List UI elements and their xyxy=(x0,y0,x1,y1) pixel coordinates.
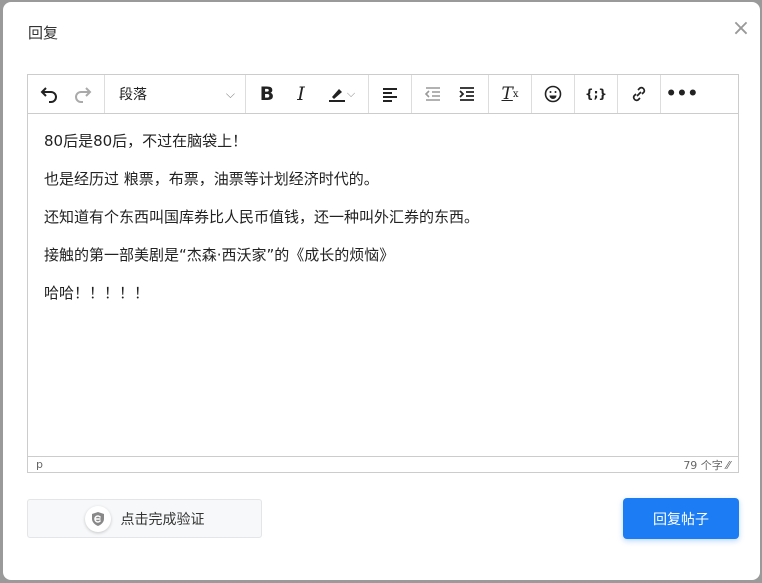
word-count: 79 个字 xyxy=(683,458,723,472)
indent-icon[interactable] xyxy=(450,77,484,111)
code-sample-icon[interactable]: {;} xyxy=(579,77,613,111)
resize-handle-icon[interactable]: ⁄⁄ xyxy=(726,459,730,472)
paragraph: 80后是80后，不过在脑袋上！ xyxy=(44,132,248,150)
paragraph: 也是经历过 粮票，布票，油票等计划经济时代的。 xyxy=(44,170,379,188)
redo-icon[interactable] xyxy=(66,77,100,111)
paragraph: 还知道有个东西叫国库券比人民币值钱，还一种叫外汇券的东西。 xyxy=(44,208,480,226)
shield-icon xyxy=(84,505,111,532)
reply-dialog: 回复 × 段落 ⌵ B I ⌵ Tx {;} ••• 80后是80后，不过在脑袋… xyxy=(3,2,760,580)
paragraph: 接触的第一部美剧是“杰森·西沃家”的《成长的烦恼》 xyxy=(44,246,395,264)
verify-label: 点击完成验证 xyxy=(120,511,205,528)
link-icon[interactable] xyxy=(622,77,656,111)
close-icon[interactable]: × xyxy=(731,18,751,40)
dialog-title: 回复 xyxy=(28,24,59,42)
undo-icon[interactable] xyxy=(32,77,66,111)
outdent-icon[interactable] xyxy=(416,77,450,111)
captcha-verify-button[interactable]: 点击完成验证 xyxy=(27,499,262,538)
submit-reply-button[interactable]: 回复帖子 xyxy=(623,498,739,539)
chevron-down-icon: ⌵ xyxy=(346,87,356,100)
paragraph: 哈哈！！！！！ xyxy=(44,284,150,302)
block-format-select[interactable]: 段落 ⌵ xyxy=(105,75,246,113)
more-icon[interactable]: ••• xyxy=(665,77,699,111)
element-path[interactable]: p xyxy=(36,458,43,471)
emoji-icon[interactable] xyxy=(536,77,570,111)
italic-icon[interactable]: I xyxy=(284,77,318,111)
bold-icon[interactable]: B xyxy=(250,77,284,111)
clear-format-icon[interactable]: Tx xyxy=(493,77,527,111)
editor-toolbar: 段落 ⌵ B I ⌵ Tx {;} ••• xyxy=(28,75,738,114)
rich-text-editor: 段落 ⌵ B I ⌵ Tx {;} ••• 80后是80后，不过在脑袋上！ 也是… xyxy=(27,74,739,473)
editor-content[interactable]: 80后是80后，不过在脑袋上！ 也是经历过 粮票，布票，油票等计划经济时代的。 … xyxy=(28,114,738,456)
editor-statusbar: p 79 个字 ⁄⁄ xyxy=(28,456,738,472)
align-left-icon[interactable] xyxy=(373,77,407,111)
block-format-value: 段落 xyxy=(119,87,147,103)
chevron-down-icon: ⌵ xyxy=(225,86,235,101)
highlight-color-icon[interactable]: ⌵ xyxy=(318,77,364,111)
